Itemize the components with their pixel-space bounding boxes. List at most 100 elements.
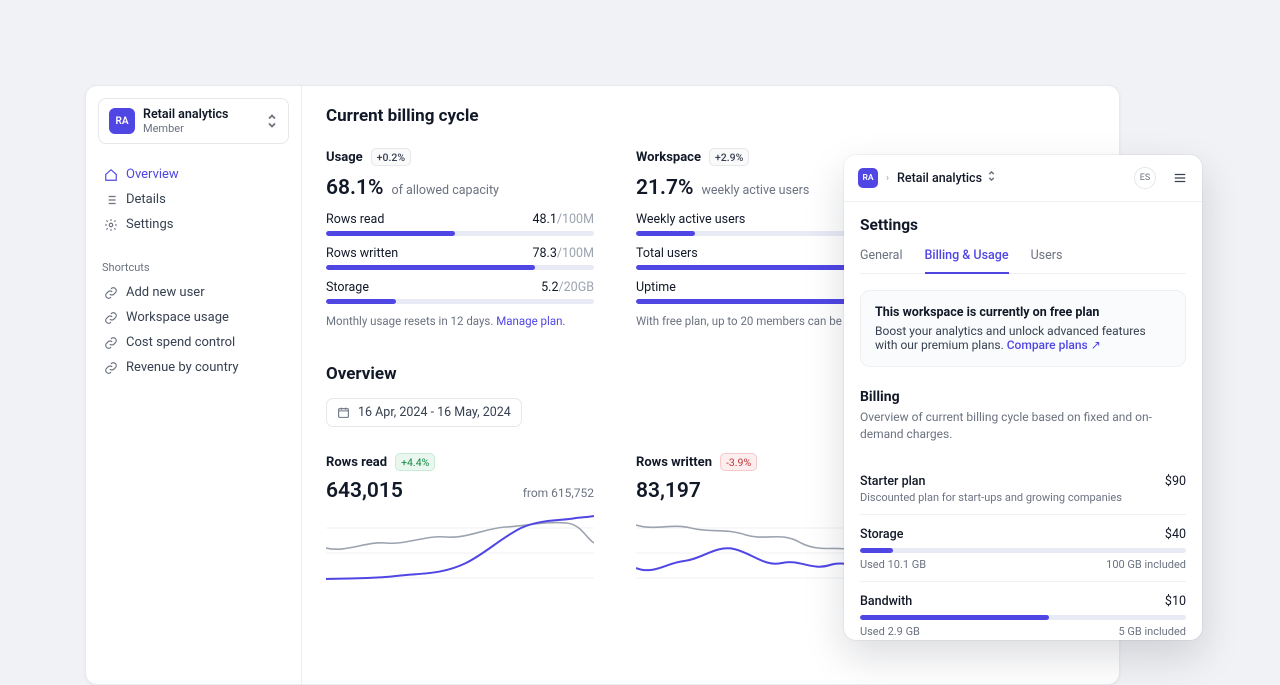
shortcut-workspace-usage[interactable]: Workspace usage (98, 305, 289, 330)
date-range-picker[interactable]: 16 Apr, 2024 - 16 May, 2024 (326, 398, 522, 427)
selector-chevrons-icon (987, 170, 996, 182)
metric-label: Storage (326, 280, 369, 295)
user-avatar-badge[interactable]: ES (1134, 167, 1156, 189)
shortcut-label: Cost spend control (126, 335, 235, 350)
chart-from: from 615,752 (523, 486, 594, 500)
link-icon (104, 286, 118, 300)
sparkline-chart (326, 513, 594, 593)
workspace-info: Retail analytics Member (143, 107, 258, 135)
settings-tabs: General Billing & Usage Users (860, 248, 1186, 274)
billing-desc: Overview of current billing cycle based … (860, 409, 1186, 444)
usage-card: Usage +0.2% 68.1% of allowed capacity Ro… (326, 148, 594, 328)
compare-plans-link[interactable]: Compare plans ↗ (1007, 338, 1101, 352)
workspace-sub: weekly active users (701, 183, 809, 198)
item-price: $40 (1165, 527, 1186, 542)
reset-text: Monthly usage resets in 12 days. (326, 314, 496, 328)
breadcrumb-text: Retail analytics (897, 171, 982, 186)
progress-bar (326, 265, 594, 270)
usage-sub: of allowed capacity (391, 183, 499, 198)
sidebar: RA Retail analytics Member Overview Deta… (86, 86, 302, 684)
billing-items: Starter plan$90 Discounted plan for star… (860, 462, 1186, 640)
line-item-starter: Starter plan$90 Discounted plan for star… (860, 462, 1186, 514)
shortcut-cost-control[interactable]: Cost spend control (98, 330, 289, 355)
primary-nav: Overview Details Settings (98, 162, 289, 237)
item-price: $90 (1165, 474, 1186, 489)
nav-settings[interactable]: Settings (98, 212, 289, 237)
line-item-bandwidth: Bandwith$10 Used 2.9 GB5 GB included (860, 581, 1186, 640)
workspace-title: Workspace (636, 150, 701, 165)
chevron-right-icon: › (886, 173, 889, 184)
item-included: 100 GB included (1106, 558, 1186, 571)
selector-chevrons-icon (266, 113, 278, 129)
metric-label: Rows read (326, 212, 384, 227)
delta-badge: +4.4% (395, 453, 435, 471)
usage-title: Usage (326, 150, 363, 165)
item-used: Used 10.1 GB (860, 558, 926, 571)
list-icon (104, 193, 118, 207)
chart-rows-read: Rows read +4.4% 643,015 from 615,752 (326, 453, 594, 597)
progress-bar (860, 615, 1186, 620)
chart-value: 643,015 (326, 479, 403, 503)
chart-title: Rows written (636, 455, 712, 470)
metric-value: 78.3 (532, 246, 556, 261)
metric-label: Rows written (326, 246, 398, 261)
metric-label: Uptime (636, 280, 676, 295)
arrow-up-right-icon: ↗ (1091, 338, 1101, 352)
nav-label: Settings (126, 217, 173, 232)
metric-value: 5.2 (541, 280, 558, 295)
link-icon (104, 311, 118, 325)
settings-avatar: RA (858, 168, 878, 188)
shortcut-add-user[interactable]: Add new user (98, 280, 289, 305)
shortcut-revenue-country[interactable]: Revenue by country (98, 355, 289, 380)
chart-value: 83,197 (636, 479, 701, 503)
date-range-text: 16 Apr, 2024 - 16 May, 2024 (358, 405, 511, 420)
workspace-name: Retail analytics (143, 107, 258, 122)
metric-cap: /100M (557, 246, 594, 261)
workspace-role: Member (143, 122, 258, 135)
usage-pct: 68.1% (326, 176, 383, 200)
workspace-avatar: RA (109, 108, 135, 134)
manage-plan-link[interactable]: Manage plan. (496, 314, 565, 328)
workspace-delta-badge: +2.9% (709, 148, 749, 166)
item-name: Bandwith (860, 594, 912, 609)
shortcut-label: Revenue by country (126, 360, 239, 375)
nav-label: Overview (126, 167, 179, 182)
shortcuts-list: Add new user Workspace usage Cost spend … (98, 280, 289, 380)
shortcuts-heading: Shortcuts (102, 261, 289, 274)
progress-bar (326, 299, 594, 304)
progress-bar (326, 231, 594, 236)
settings-title: Settings (860, 216, 1186, 234)
billing-cycle-heading: Current billing cycle (326, 106, 1095, 126)
metric-label: Weekly active users (636, 212, 745, 227)
usage-delta-badge: +0.2% (371, 148, 411, 166)
settings-body: Settings General Billing & Usage Users T… (844, 202, 1202, 640)
item-price: $10 (1165, 594, 1186, 609)
home-icon (104, 168, 118, 182)
workspace-switcher[interactable]: RA Retail analytics Member (98, 98, 289, 144)
usage-footnote: Monthly usage resets in 12 days. Manage … (326, 314, 594, 328)
settings-breadcrumb[interactable]: Retail analytics (897, 170, 996, 186)
metric-cap: /100M (557, 212, 594, 227)
metric-cap: /20GB (558, 280, 594, 295)
item-included: 5 GB included (1119, 625, 1186, 638)
delta-badge: -3.9% (720, 453, 757, 471)
metric-storage: Storage 5.2/20GB (326, 280, 594, 304)
item-name: Storage (860, 527, 903, 542)
hamburger-icon[interactable] (1172, 171, 1188, 185)
metric-value: 48.1 (532, 212, 556, 227)
tab-users[interactable]: Users (1031, 248, 1063, 273)
nav-details[interactable]: Details (98, 187, 289, 212)
nav-label: Details (126, 192, 166, 207)
tab-general[interactable]: General (860, 248, 903, 273)
shortcut-label: Workspace usage (126, 310, 229, 325)
metric-rows-written: Rows written 78.3/100M (326, 246, 594, 270)
gear-icon (104, 218, 118, 232)
settings-panel: RA › Retail analytics ES Settings Genera… (844, 155, 1202, 640)
calendar-icon (337, 406, 350, 419)
tab-billing-usage[interactable]: Billing & Usage (925, 248, 1009, 274)
nav-overview[interactable]: Overview (98, 162, 289, 187)
settings-header: RA › Retail analytics ES (844, 155, 1202, 202)
shortcut-label: Add new user (126, 285, 205, 300)
billing-heading: Billing (860, 389, 1186, 405)
link-icon (104, 361, 118, 375)
